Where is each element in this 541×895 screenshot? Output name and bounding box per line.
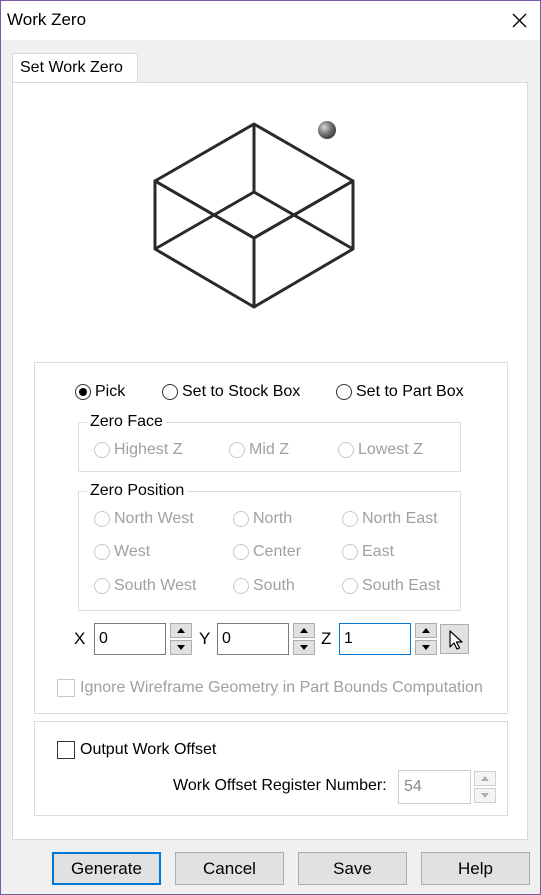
radio-pick-circle — [75, 384, 91, 400]
output-work-offset-checkbox[interactable]: Output Work Offset — [57, 741, 216, 759]
radio-north-west-circle — [94, 511, 110, 527]
radio-lowest-z-label: Lowest Z — [358, 441, 423, 458]
y-label: Y — [199, 629, 211, 648]
radio-south-label: South — [253, 577, 295, 594]
window-title: Work Zero — [7, 10, 87, 29]
radio-highest-z-circle — [94, 442, 110, 458]
radio-north-circle — [233, 511, 249, 527]
radio-south-circle — [233, 578, 249, 594]
radio-pick[interactable]: Pick — [75, 383, 125, 401]
radio-lowest-z[interactable]: Lowest Z — [338, 441, 423, 459]
radio-stock-box-circle — [162, 384, 178, 400]
radio-highest-z[interactable]: Highest Z — [94, 441, 182, 459]
radio-east-circle — [342, 544, 358, 560]
y-spinner[interactable] — [293, 623, 315, 655]
radio-south-east-label: South East — [362, 577, 441, 594]
close-icon[interactable] — [504, 5, 534, 35]
x-label: X — [74, 629, 86, 648]
radio-west-circle — [94, 544, 110, 560]
radio-south[interactable]: South — [233, 577, 295, 595]
radio-mid-z[interactable]: Mid Z — [229, 441, 289, 459]
z-label: Z — [321, 629, 332, 648]
y-spin-down-icon[interactable] — [293, 640, 315, 655]
radio-north[interactable]: North — [233, 510, 292, 528]
radio-north-east[interactable]: North East — [342, 510, 438, 528]
register-label: Work Offset Register Number: — [173, 777, 387, 794]
radio-south-west-circle — [94, 578, 110, 594]
radio-part-box-label: Set to Part Box — [356, 383, 464, 400]
radio-north-west-label: North West — [114, 510, 194, 527]
zero-point-marker — [318, 121, 336, 139]
radio-south-west-label: South West — [114, 577, 197, 594]
radio-set-to-part-box[interactable]: Set to Part Box — [336, 383, 464, 401]
help-button[interactable]: Help — [421, 852, 530, 885]
x-spin-up-icon[interactable] — [170, 623, 192, 638]
wireframe-box-icon — [153, 121, 355, 309]
register-spinner[interactable] — [474, 771, 496, 803]
radio-pick-label: Pick — [95, 383, 126, 400]
register-spin-down-icon[interactable] — [474, 788, 496, 803]
cancel-button[interactable]: Cancel — [175, 852, 284, 885]
y-input[interactable] — [217, 623, 289, 655]
radio-east[interactable]: East — [342, 543, 394, 561]
radio-highest-z-label: Highest Z — [114, 441, 183, 458]
radio-part-box-circle — [336, 384, 352, 400]
work-zero-dialog: Work Zero Set Work Zero Pick Set to Stoc… — [0, 0, 541, 895]
x-input[interactable] — [94, 623, 166, 655]
radio-center-label: Center — [253, 543, 302, 560]
radio-north-east-circle — [342, 511, 358, 527]
ignore-wireframe-checkbox[interactable]: Ignore Wireframe Geometry in Part Bounds… — [57, 679, 483, 697]
output-work-offset-label: Output Work Offset — [80, 741, 217, 758]
ignore-wireframe-label: Ignore Wireframe Geometry in Part Bounds… — [80, 679, 483, 696]
tab-set-work-zero[interactable]: Set Work Zero — [12, 53, 138, 83]
x-spin-down-icon[interactable] — [170, 640, 192, 655]
radio-south-east-circle — [342, 578, 358, 594]
radio-mid-z-circle — [229, 442, 245, 458]
y-spin-up-icon[interactable] — [293, 623, 315, 638]
radio-south-west[interactable]: South West — [94, 577, 196, 595]
radio-north-label: North — [253, 510, 293, 527]
generate-button[interactable]: Generate — [52, 852, 161, 885]
z-spin-up-icon[interactable] — [415, 623, 437, 638]
radio-lowest-z-circle — [338, 442, 354, 458]
pointer-arrow-icon — [449, 630, 463, 650]
z-spin-down-icon[interactable] — [415, 640, 437, 655]
save-button[interactable]: Save — [298, 852, 407, 885]
zero-position-legend: Zero Position — [87, 482, 188, 500]
radio-set-to-stock-box[interactable]: Set to Stock Box — [162, 383, 300, 401]
radio-mid-z-label: Mid Z — [249, 441, 289, 458]
radio-stock-box-label: Set to Stock Box — [182, 383, 301, 400]
pick-point-button[interactable] — [440, 624, 469, 654]
x-spinner[interactable] — [170, 623, 192, 655]
tab-label: Set Work Zero — [20, 59, 123, 76]
z-input[interactable] — [339, 623, 411, 655]
radio-center-circle — [233, 544, 249, 560]
radio-north-west[interactable]: North West — [94, 510, 194, 528]
register-number-input[interactable]: 54 — [398, 770, 471, 804]
title-bar: Work Zero — [1, 1, 540, 40]
radio-center[interactable]: Center — [233, 543, 301, 561]
output-work-offset-box — [57, 741, 75, 759]
zero-face-legend: Zero Face — [87, 413, 166, 431]
z-spinner[interactable] — [415, 623, 437, 655]
radio-east-label: East — [362, 543, 395, 560]
register-spin-up-icon[interactable] — [474, 771, 496, 786]
radio-west-label: West — [114, 543, 151, 560]
radio-west[interactable]: West — [94, 543, 150, 561]
radio-south-east[interactable]: South East — [342, 577, 440, 595]
ignore-wireframe-box — [57, 679, 75, 697]
radio-north-east-label: North East — [362, 510, 438, 527]
